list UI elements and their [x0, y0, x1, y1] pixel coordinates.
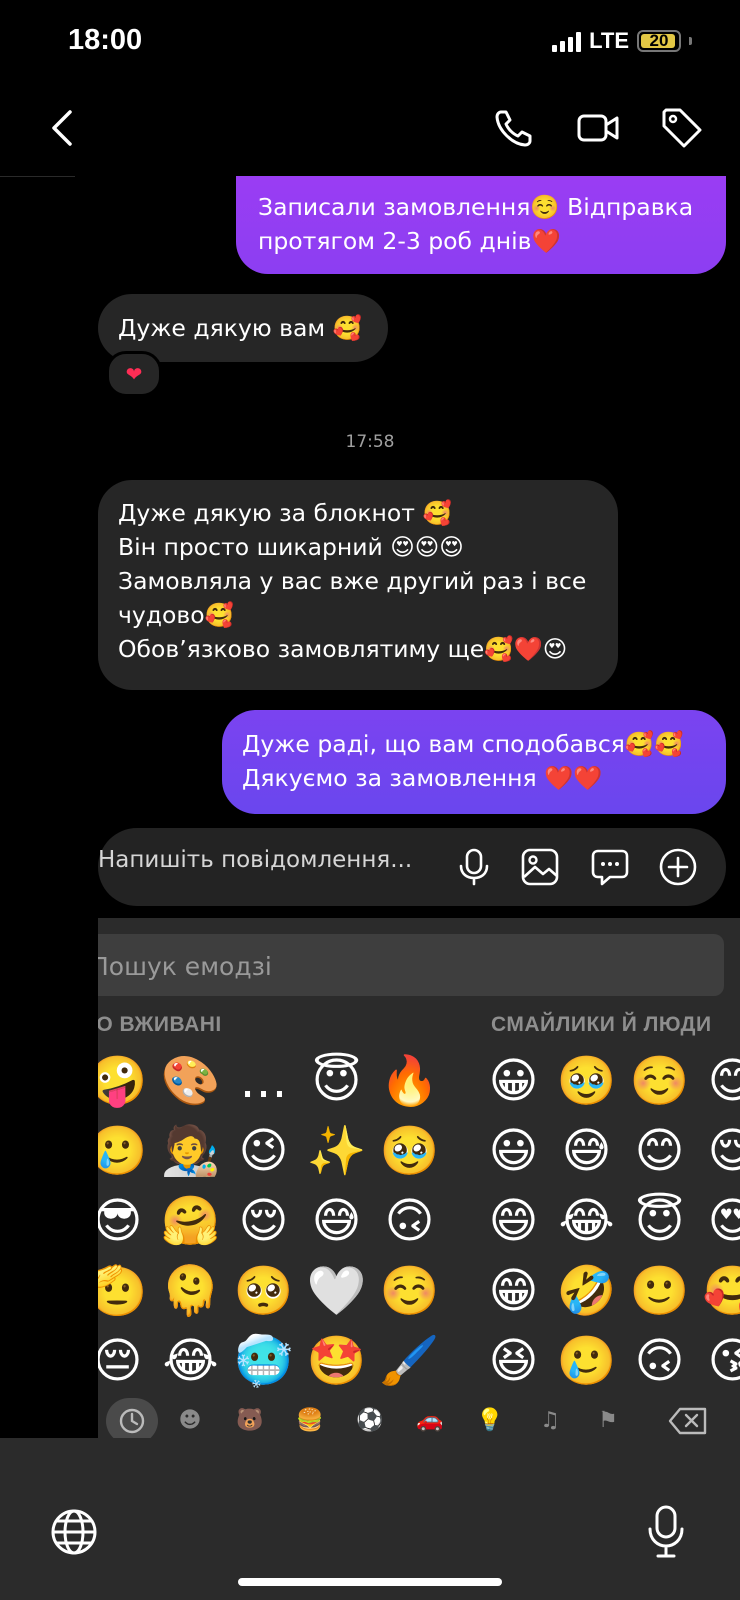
section-recent-label: ЧАСТО ВЖИВАНІ [98, 1013, 222, 1036]
emoji-key[interactable]: 🥰 [696, 1256, 740, 1326]
emoji-key[interactable]: 🙂 [623, 1256, 696, 1326]
heart-reaction[interactable]: ❤ [106, 351, 162, 397]
smiley-icon[interactable]: ☻ [164, 1398, 216, 1438]
emoji-key[interactable]: 😍 [696, 1186, 740, 1256]
symbols-icon[interactable]: ♫ [524, 1398, 576, 1438]
status-indicators: LTE 20 [552, 28, 692, 54]
emoji-key[interactable]: ✨ [300, 1116, 373, 1186]
emoji-key[interactable]: 😌 [227, 1186, 300, 1256]
ball-icon[interactable]: ⚽ [344, 1398, 396, 1438]
emoji-key[interactable]: 🫡 [98, 1256, 154, 1326]
emoji-key[interactable]: 😂 [550, 1186, 623, 1256]
emoji-key[interactable]: 🤗 [154, 1186, 227, 1256]
home-indicator[interactable] [238, 1578, 502, 1586]
message-outgoing[interactable]: Записали замовлення☺️ Відправка протягом… [236, 176, 726, 274]
sticker-chat-icon[interactable] [590, 847, 630, 887]
emoji-key[interactable]: 😉 [227, 1116, 300, 1186]
emoji-key[interactable]: 🤪 [98, 1046, 154, 1116]
emoji-key[interactable]: 😇 [623, 1186, 696, 1256]
emoji-category-bar: ☻ 🐻 🍔 ⚽ 🚗 💡 ♫ ⚑ [98, 1398, 740, 1438]
clock-icon[interactable] [106, 1398, 158, 1438]
message-input[interactable]: Напишіть повідомлення... [98, 847, 412, 873]
emoji-key[interactable]: 🥲 [550, 1326, 623, 1396]
phone-icon[interactable] [492, 106, 536, 150]
emoji-key[interactable]: 🎨 [154, 1046, 227, 1116]
add-circle-icon[interactable] [658, 847, 698, 887]
emoji-key[interactable]: 😂 [154, 1326, 227, 1396]
globe-icon[interactable] [50, 1508, 98, 1556]
emoji-key[interactable]: 😇 [300, 1046, 373, 1116]
message-timestamp: 17:58 [345, 432, 395, 452]
emoji-key[interactable]: 🥹 [373, 1116, 446, 1186]
emoji-key[interactable]: 🧑‍🎨 [154, 1116, 227, 1186]
emoji-key[interactable]: 🥲 [98, 1116, 154, 1186]
emoji-key[interactable]: 😎 [98, 1186, 154, 1256]
emoji-key[interactable]: ☺️ [623, 1046, 696, 1116]
emoji-key[interactable]: 😁 [477, 1256, 550, 1326]
emoji-key[interactable]: 🤍 [300, 1256, 373, 1326]
flag-icon[interactable]: ⚑ [582, 1398, 634, 1438]
emoji-key[interactable]: 🥶 [227, 1326, 300, 1396]
back-chevron-icon[interactable] [42, 106, 86, 150]
battery-level: 20 [649, 31, 669, 50]
emoji-key[interactable]: 🥹 [550, 1046, 623, 1116]
recent-emoji-grid: 🤪 🎨… 😇 🔥 🥲 🧑‍🎨 😉 ✨ 🥹 😎 🤗 😌 😅 🙃 🫡 🫠 🥺 🤍 ☺️ 😔 😂 🥶 🤩 🖌️ [98, 1046, 446, 1396]
emoji-key[interactable]: 😊 [623, 1116, 696, 1186]
emoji-key[interactable]: 🤣 [550, 1256, 623, 1326]
message-incoming[interactable]: Дуже дякую за блокнот 🥰 Він просто шикар… [98, 480, 618, 690]
network-label: LTE [589, 28, 629, 53]
emoji-key[interactable]: 🙃 [373, 1186, 446, 1256]
backspace-icon[interactable] [658, 1398, 718, 1438]
car-icon[interactable]: 🚗 [404, 1398, 456, 1438]
dictation-microphone-icon[interactable] [646, 1504, 686, 1560]
emoji-key[interactable]: 😊 [696, 1046, 740, 1116]
emoji-key[interactable]: 🫠 [154, 1256, 227, 1326]
bulb-icon[interactable]: 💡 [464, 1398, 516, 1438]
microphone-icon[interactable] [454, 847, 494, 887]
smiley-emoji-grid: 😀 🥹 ☺️ 😊 😃 😅 😊 😌 😄 😂 😇 😍 😁 🤣 🙂 🥰 😆 🥲 🙃 😘 [477, 1046, 740, 1396]
emoji-key[interactable]: ☺️ [373, 1256, 446, 1326]
emoji-key[interactable]: 😅 [550, 1116, 623, 1186]
emoji-key[interactable]: 🙃 [623, 1326, 696, 1396]
emoji-key[interactable]: 🥺 [227, 1256, 300, 1326]
emoji-key[interactable]: 😔 [98, 1326, 154, 1396]
battery-icon: 20 [637, 30, 681, 52]
header-divider [0, 176, 75, 177]
emoji-key[interactable]: 😀 [477, 1046, 550, 1116]
emoji-key[interactable]: 😆 [477, 1326, 550, 1396]
tag-icon[interactable] [660, 106, 704, 150]
status-time: 18:00 [68, 24, 143, 56]
emoji-key[interactable]: 🔥 [373, 1046, 446, 1116]
emoji-key[interactable]: 🖌️ [373, 1326, 446, 1396]
emoji-key[interactable]: 🤩 [300, 1326, 373, 1396]
emoji-search-input[interactable]: Пошук емодзі [98, 952, 272, 981]
gallery-icon[interactable] [520, 847, 560, 887]
video-call-icon[interactable] [576, 106, 620, 150]
emoji-key[interactable]: 😌 [696, 1116, 740, 1186]
keyboard-bottom-bar [0, 1438, 740, 1600]
emoji-key[interactable]: 😄 [477, 1186, 550, 1256]
emoji-key[interactable]: 😘 [696, 1326, 740, 1396]
signal-icon [552, 30, 582, 52]
emoji-key[interactable]: 😃 [477, 1116, 550, 1186]
emoji-keyboard: Пошук емодзі ЧАСТО ВЖИВАНІ СМАЙЛИКИ Й ЛЮ… [98, 918, 740, 1438]
emoji-key[interactable]: … [227, 1046, 300, 1116]
burger-icon[interactable]: 🍔 [284, 1398, 336, 1438]
message-outgoing[interactable]: Дуже раді, що вам сподобався🥰🥰 Дякуємо з… [222, 710, 726, 814]
section-smileys-label: СМАЙЛИКИ Й ЛЮДИ [491, 1013, 712, 1036]
emoji-key[interactable]: 😅 [300, 1186, 373, 1256]
bear-icon[interactable]: 🐻 [224, 1398, 276, 1438]
